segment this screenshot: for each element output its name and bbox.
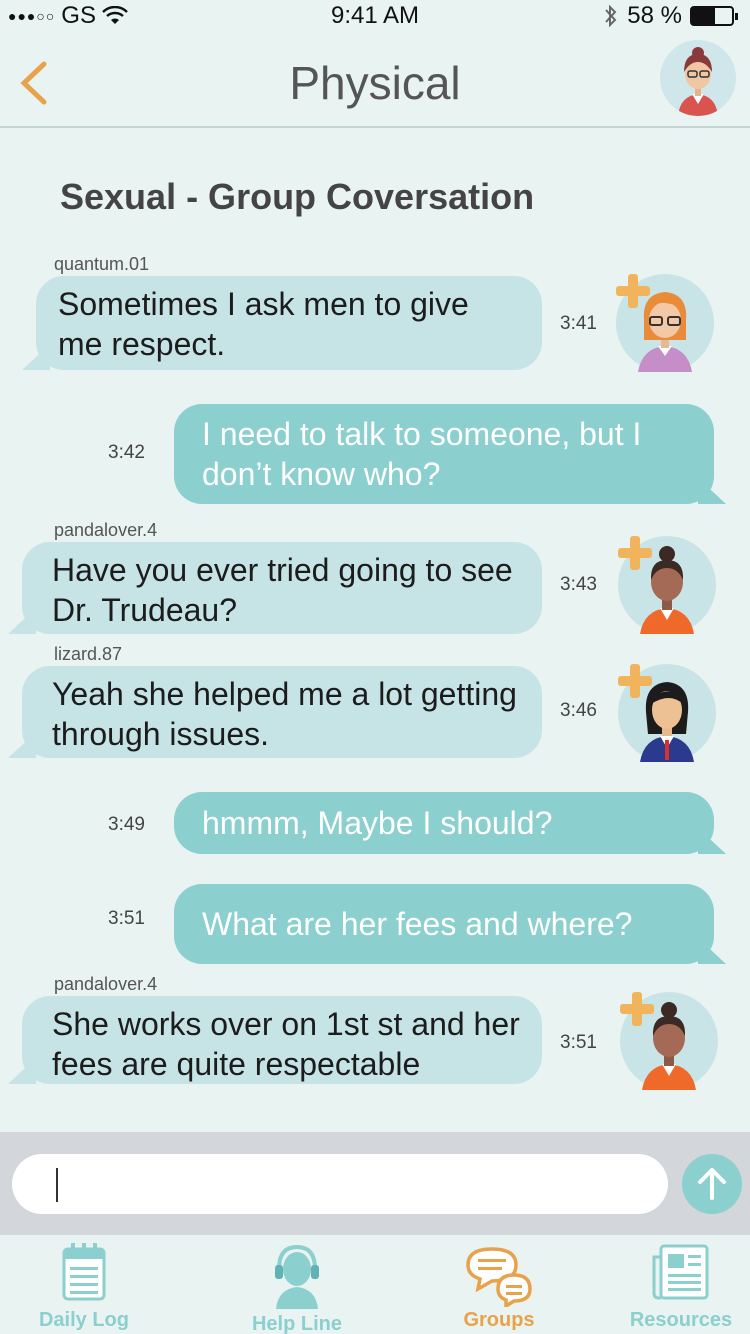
send-button[interactable] <box>682 1154 742 1214</box>
newspaper-icon <box>652 1244 709 1300</box>
message-time: 3:51 <box>560 1032 597 1053</box>
bluetooth-icon <box>605 4 617 28</box>
tab-label: Groups <box>463 1309 535 1331</box>
message-time: 3:41 <box>560 313 597 334</box>
add-friend-plus-icon[interactable] <box>616 274 650 308</box>
message-bubble[interactable]: Yeah she helped me a lot getting through… <box>8 666 542 758</box>
chat-bubbles-icon <box>466 1247 532 1307</box>
battery-percent: 58 % <box>627 2 682 29</box>
tab-groups[interactable]: Groups <box>424 1235 574 1334</box>
message-composer <box>0 1132 750 1234</box>
page-title: Physical <box>289 57 461 109</box>
tab-resources[interactable]: Resources <box>606 1235 750 1334</box>
message-bubble[interactable]: Sometimes I ask men to give me respect. <box>22 276 542 370</box>
text-caret <box>56 1168 58 1202</box>
sender-name: quantum.01 <box>54 254 150 274</box>
add-friend-plus-icon[interactable] <box>618 536 652 570</box>
navigation-bar: Physical <box>0 30 750 128</box>
message-bubble[interactable]: I need to talk to someone, but I don’t k… <box>174 404 726 504</box>
tab-label: Daily Log <box>38 1309 129 1331</box>
add-friend-plus-icon[interactable] <box>618 664 652 698</box>
add-friend-plus-icon[interactable] <box>620 992 654 1026</box>
battery-icon <box>690 6 738 26</box>
message-time: 3:42 <box>108 442 145 463</box>
message-bubble[interactable]: What are her fees and where? <box>174 884 726 964</box>
tab-bar: Daily Log Help Line Groups Resources <box>0 1234 750 1334</box>
member-avatar[interactable] <box>616 274 714 372</box>
member-avatar[interactable] <box>620 992 718 1090</box>
sender-name: pandalover.4 <box>54 520 158 540</box>
member-avatar[interactable] <box>618 536 716 634</box>
conversation-title: Sexual - Group Coversation <box>60 176 535 217</box>
user-avatar-icon <box>678 47 718 116</box>
message-bubble[interactable]: Have you ever tried going to see Dr. Tru… <box>8 542 542 634</box>
status-bar: ●●●○○ GS 9:41 AM 58 % <box>0 0 750 30</box>
headset-icon <box>275 1244 319 1309</box>
message-bubble[interactable]: hmmm, Maybe I should? <box>174 792 726 854</box>
message-bubble[interactable]: She works over on 1st st and her fees ar… <box>8 996 542 1084</box>
calendar-icon <box>62 1243 106 1301</box>
profile-avatar[interactable] <box>660 40 736 116</box>
tab-label: Help Line <box>251 1313 342 1334</box>
tab-help-line[interactable]: Help Line <box>222 1235 372 1334</box>
message-time: 3:46 <box>560 700 597 721</box>
message-input[interactable] <box>12 1154 668 1214</box>
message-time: 3:49 <box>108 814 145 835</box>
message-time: 3:43 <box>560 574 597 595</box>
sender-name: lizard.87 <box>54 644 123 664</box>
sender-name: pandalover.4 <box>54 974 158 994</box>
message-time: 3:51 <box>108 908 145 929</box>
arrow-up-icon <box>698 1168 726 1200</box>
tab-label: Resources <box>629 1309 733 1331</box>
member-avatar[interactable] <box>618 664 716 762</box>
tab-daily-log[interactable]: Daily Log <box>9 1235 159 1334</box>
